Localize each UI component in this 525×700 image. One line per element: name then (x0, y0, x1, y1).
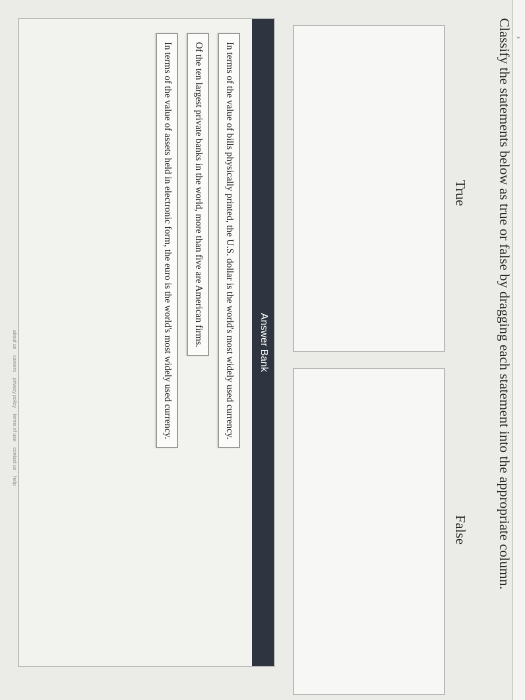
statement-card[interactable]: In terms of the value of bills physicall… (218, 33, 240, 449)
chevron-icon[interactable]: › (514, 36, 523, 39)
footer-link-help[interactable]: help (11, 476, 17, 485)
footer-link-terms[interactable]: terms of use (11, 414, 17, 442)
footer-link-careers[interactable]: careers (11, 355, 17, 372)
top-bar: › (512, 0, 525, 700)
true-column-label: True (452, 180, 467, 206)
answer-bank: Answer Bank In terms of the value of bil… (18, 18, 275, 667)
footer-links: about us careers privacy policy terms of… (11, 330, 17, 486)
true-dropzone[interactable] (293, 25, 445, 352)
statement-card[interactable]: In terms of the value of assets held in … (156, 33, 178, 449)
statement-card[interactable]: Of the ten largest private banks in the … (187, 33, 209, 357)
question-panel: › Classify the statements below as true … (0, 0, 525, 700)
question-prompt: Classify the statements below as true or… (496, 18, 511, 590)
answer-bank-title: Answer Bank (252, 19, 274, 666)
false-dropzone[interactable] (293, 368, 445, 695)
footer-link-contact[interactable]: contact us (11, 447, 17, 470)
false-column-label: False (452, 515, 467, 545)
answer-bank-items: In terms of the value of bills physicall… (135, 19, 252, 666)
footer-link-about[interactable]: about us (11, 330, 17, 349)
footer-link-privacy[interactable]: privacy policy (11, 378, 17, 408)
